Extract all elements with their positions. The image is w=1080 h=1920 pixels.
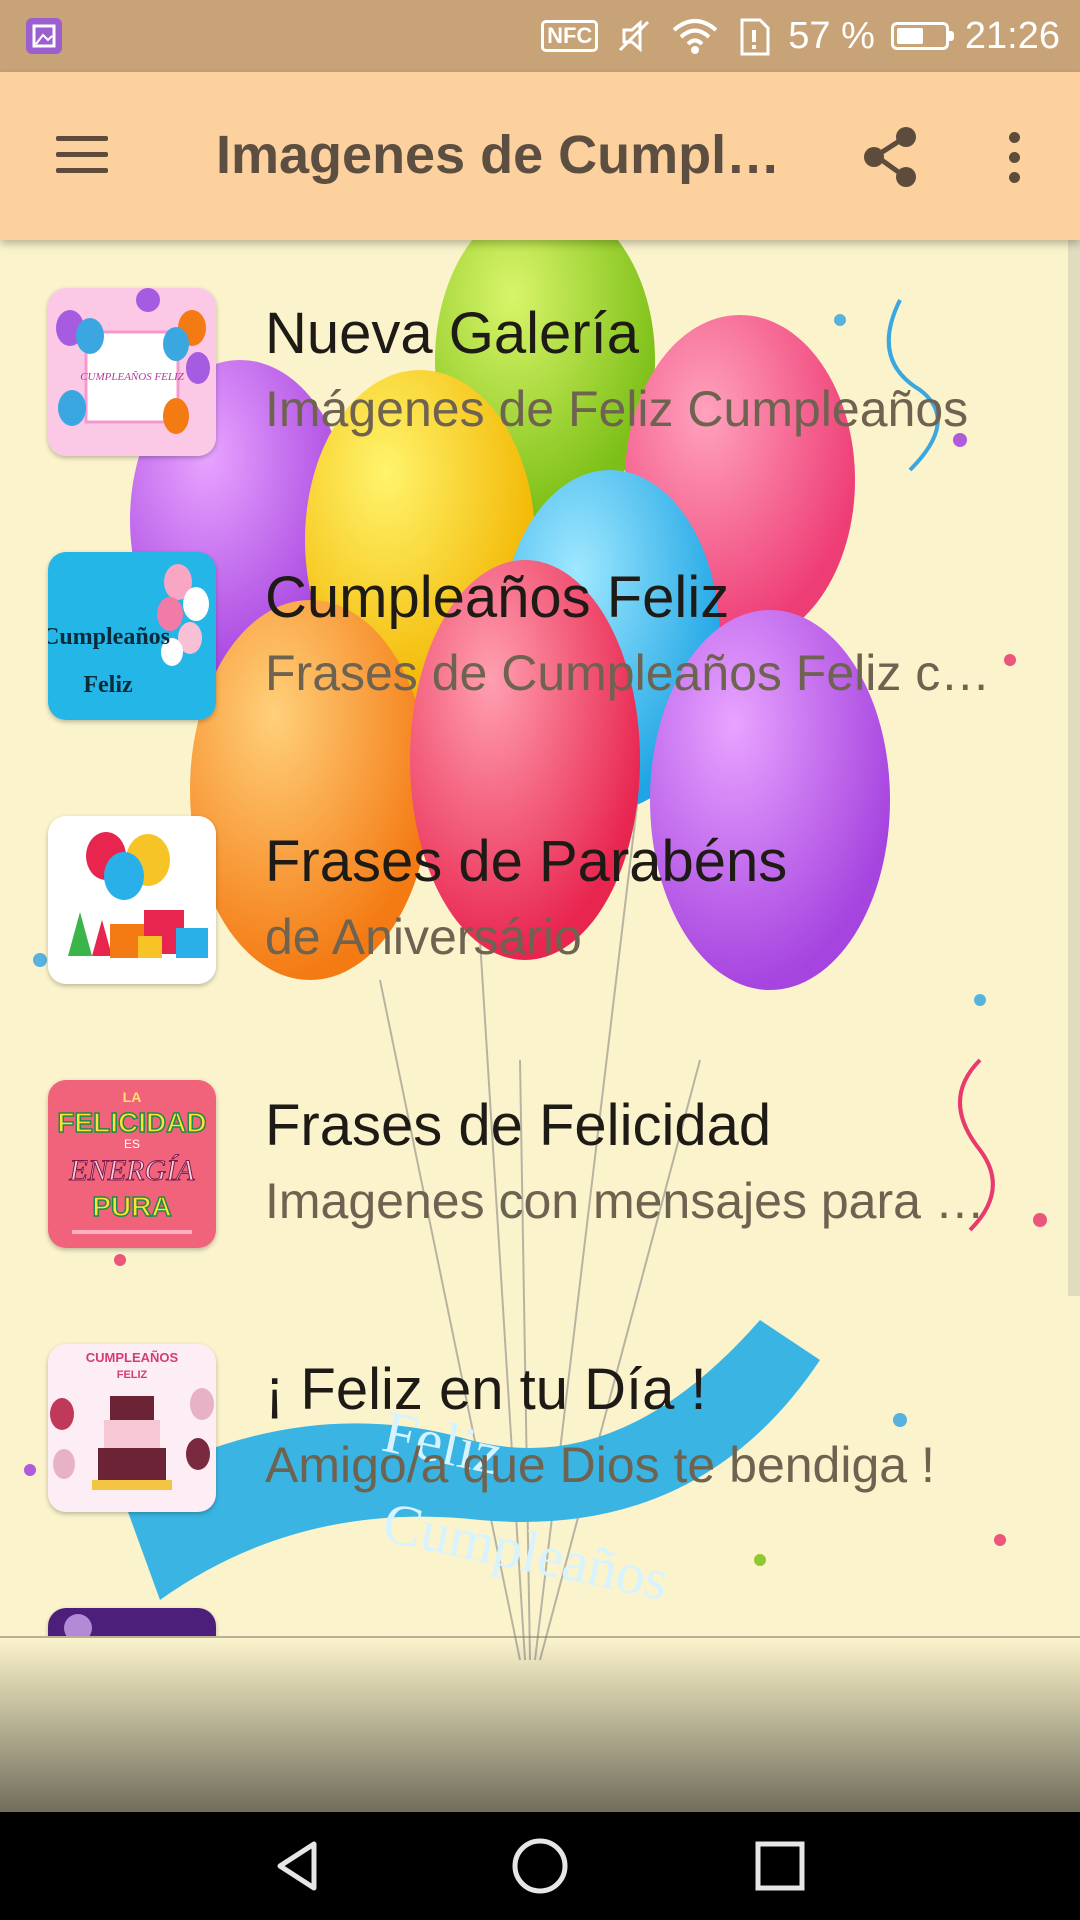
recents-square-icon[interactable]	[748, 1834, 812, 1898]
thumbnail-birthday-cake: CUMPLEAÑOS FELIZ	[48, 1344, 216, 1512]
gallery-notification-icon	[26, 18, 62, 54]
list-item-feliz-en-tu-dia[interactable]: CUMPLEAÑOS FELIZ ¡ Feliz en tu Día ! Ami…	[0, 1296, 1080, 1560]
item-title: ¡ Feliz en tu Día !	[265, 1357, 707, 1422]
item-title: Cumpleaños Feliz	[265, 565, 730, 630]
item-subtitle: Imagenes con mensajes para …	[265, 1173, 985, 1229]
list-item-partial[interactable]	[0, 1560, 1080, 1636]
home-circle-icon[interactable]	[508, 1834, 572, 1898]
app-bar: Imagenes de Cumpl…	[0, 72, 1080, 240]
nfc-icon: NFC	[541, 20, 599, 52]
thumb-text-line2: Feliz	[83, 672, 133, 698]
battery-percent: 57 %	[788, 14, 875, 57]
thumb-text-pura: PURA	[92, 1191, 171, 1222]
thumb-text-la: LA	[123, 1089, 142, 1105]
sim-alert-icon	[736, 16, 772, 56]
navigation-bar	[0, 1812, 1080, 1920]
thumbnail-party-gifts	[48, 816, 216, 984]
thumb-text-energia: ENERGÍA	[69, 1154, 196, 1187]
item-title: Nueva Galería	[265, 301, 639, 366]
status-bar: NFC 57 % 21:26	[0, 0, 1080, 72]
list-item-frases-de-parabens[interactable]: Frases de Parabéns de Aniversário	[0, 768, 1080, 1032]
thumbnail-cumpleanos-feliz: Cumpleaños Feliz	[48, 552, 216, 720]
bottom-area	[0, 1638, 1080, 1812]
thumb-text-feliz: FELIZ	[117, 1369, 148, 1381]
hamburger-menu-icon[interactable]	[52, 130, 112, 180]
battery-icon	[890, 22, 954, 50]
item-subtitle: Imágenes de Feliz Cumpleaños	[265, 381, 969, 437]
thumb-text-es: ES	[124, 1137, 140, 1151]
item-subtitle: Amigo/a que Dios te bendiga !	[265, 1437, 935, 1493]
share-icon[interactable]	[858, 124, 924, 190]
item-title: Frases de Felicidad	[265, 1093, 772, 1158]
list-item-frases-de-felicidad[interactable]: LA FELICIDAD ES ENERGÍA PURA Frases de F…	[0, 1032, 1080, 1296]
thumb-text-felicidad: FELICIDAD	[57, 1107, 206, 1138]
thumb-text-cumpleanos: CUMPLEAÑOS	[86, 1350, 179, 1365]
thumb-text-line1: Cumpleaños	[48, 624, 170, 650]
item-title: Frases de Parabéns	[265, 829, 788, 894]
scrollbar[interactable]	[1068, 240, 1080, 1296]
thumb-text: CUMPLEAÑOS FELIZ	[80, 371, 184, 383]
item-subtitle: Frases de Cumpleaños Feliz c…	[265, 645, 991, 701]
menu-list: CUMPLEAÑOS FELIZ Nueva Galería Imágenes …	[0, 240, 1080, 1636]
more-vert-icon[interactable]	[996, 124, 1032, 190]
app-title: Imagenes de Cumpl…	[216, 125, 781, 185]
clock: 21:26	[964, 14, 1060, 57]
thumbnail-partial	[48, 1608, 216, 1636]
list-item-nueva-galeria[interactable]: CUMPLEAÑOS FELIZ Nueva Galería Imágenes …	[0, 240, 1080, 504]
thumbnail-balloons-frame: CUMPLEAÑOS FELIZ	[48, 288, 216, 456]
back-triangle-icon[interactable]	[268, 1834, 332, 1898]
list-item-cumpleanos-feliz[interactable]: Cumpleaños Feliz Cumpleaños Feliz Frases…	[0, 504, 1080, 768]
silent-icon	[614, 16, 654, 56]
item-subtitle: de Aniversário	[265, 909, 582, 965]
thumbnail-felicidad: LA FELICIDAD ES ENERGÍA PURA	[48, 1080, 216, 1248]
wifi-icon	[670, 16, 720, 56]
